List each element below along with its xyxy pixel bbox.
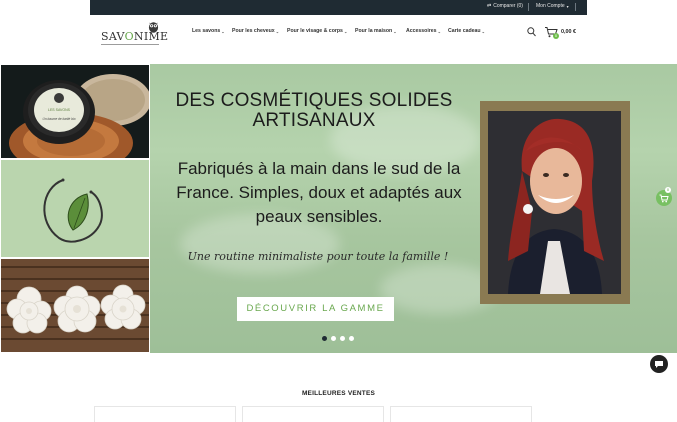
compare-link[interactable]: ⇄ Comparer (0) <box>487 3 523 9</box>
product-card[interactable] <box>390 406 532 422</box>
nav-item-carte-cadeau[interactable]: Carte cadeau ⌄ <box>448 28 485 34</box>
topbar-divider <box>575 3 576 11</box>
hero-subtitle-line: France. Simples, doux et adaptés aux <box>176 183 462 202</box>
page: ⇄ Comparer (0) Mon Compte ▾ SAVONIME Les… <box>0 0 677 422</box>
leaf-emblem-image <box>1 160 149 257</box>
hero-subtitle-line: peaux sensibles. <box>255 207 383 226</box>
discover-range-button[interactable]: DÉCOUVRIR LA GAMME <box>237 297 394 321</box>
nav-item-label: Pour les cheveux <box>232 28 275 34</box>
flower-soaps-image <box>1 259 149 352</box>
cart-count-badge: 0 <box>553 33 559 39</box>
nav-item-label: Carte cadeau <box>448 28 481 34</box>
topbar-divider <box>528 3 529 11</box>
hero-subtitle: Fabriqués à la main dans le sud de la Fr… <box>168 157 470 229</box>
portrait-illustration <box>488 111 621 294</box>
nav-item-maison[interactable]: Pour la maison ⌄ <box>355 28 397 34</box>
hero-title-line: DES COSMÉTIQUES SOLIDES <box>175 90 453 111</box>
hero-slider: LES SAVONS Un baume de karité bio DES CO… <box>0 64 677 353</box>
chevron-down-icon: ⌄ <box>221 28 225 34</box>
chevron-down-icon: ⌄ <box>275 28 280 34</box>
chevron-down-icon: ⌄ <box>343 28 348 34</box>
hero-image-column: LES SAVONS Un baume de karité bio <box>0 64 150 353</box>
product-card[interactable] <box>94 406 236 422</box>
account-menu[interactable]: Mon Compte ▾ <box>536 3 569 9</box>
chevron-down-icon: ⌄ <box>437 28 441 34</box>
cart-total[interactable]: 0,00 € <box>561 29 576 35</box>
chevron-down-icon: ▾ <box>566 3 569 9</box>
chevron-down-icon: ⌄ <box>393 28 397 34</box>
chat-bubble-icon <box>655 361 663 368</box>
compare-label: Comparer (0) <box>493 3 523 9</box>
hero-tagline: Une routine minimaliste pour toute la fa… <box>187 250 449 263</box>
slide-dot-4[interactable] <box>349 336 354 341</box>
nav-item-visage-corps[interactable]: Pour le visage & corps ⌄ <box>287 28 347 34</box>
nav-item-accessoires[interactable]: Accessoires ⌄ <box>406 28 441 34</box>
hero-subtitle-line: Fabriqués à la main dans le sud de la <box>177 159 461 178</box>
account-label: Mon Compte <box>536 3 565 9</box>
leaf-icon <box>1 160 149 257</box>
slide-dot-1[interactable] <box>322 336 327 341</box>
best-sellers-title: MEILLEURES VENTES <box>301 390 376 397</box>
chat-button[interactable] <box>650 355 668 373</box>
nav-item-label: Pour le visage & corps <box>287 28 343 34</box>
slide-dot-3[interactable] <box>340 336 345 341</box>
tin-label-top: LES SAVONS <box>48 108 70 112</box>
slider-pagination <box>322 336 354 341</box>
nav-item-cheveux[interactable]: Pour les cheveux ⌄ <box>232 28 279 34</box>
chevron-down-icon: ⌄ <box>481 28 485 34</box>
top-bar: ⇄ Comparer (0) Mon Compte ▾ <box>90 0 587 15</box>
product-card[interactable] <box>242 406 384 422</box>
compare-icon: ⇄ <box>487 3 492 9</box>
founder-portrait <box>488 111 621 294</box>
tin-label-mid: Un baume de karité bio <box>42 117 76 121</box>
site-logo[interactable]: SAVONIME <box>99 20 168 46</box>
nav-item-label: Les savons <box>192 28 221 34</box>
hero-title-line: ARTISANAUX <box>252 110 376 131</box>
nav-item-label: Pour la maison <box>355 28 393 34</box>
logo-underline <box>101 44 159 45</box>
search-icon[interactable] <box>527 27 536 37</box>
flower-soaps-illustration <box>1 259 149 352</box>
slide-dot-2[interactable] <box>331 336 336 341</box>
soap-tin-image: LES SAVONS Un baume de karité bio <box>1 65 149 158</box>
nav-item-label: Accessoires <box>406 28 437 34</box>
founder-portrait-frame <box>480 101 630 304</box>
floating-cart-count: 0 <box>665 187 671 193</box>
nav-item-savons[interactable]: Les savons ⌄ <box>192 28 225 34</box>
owl-logo-icon <box>148 22 159 33</box>
hero-title: DES COSMÉTIQUES SOLIDES ARTISANAUX <box>164 91 464 131</box>
